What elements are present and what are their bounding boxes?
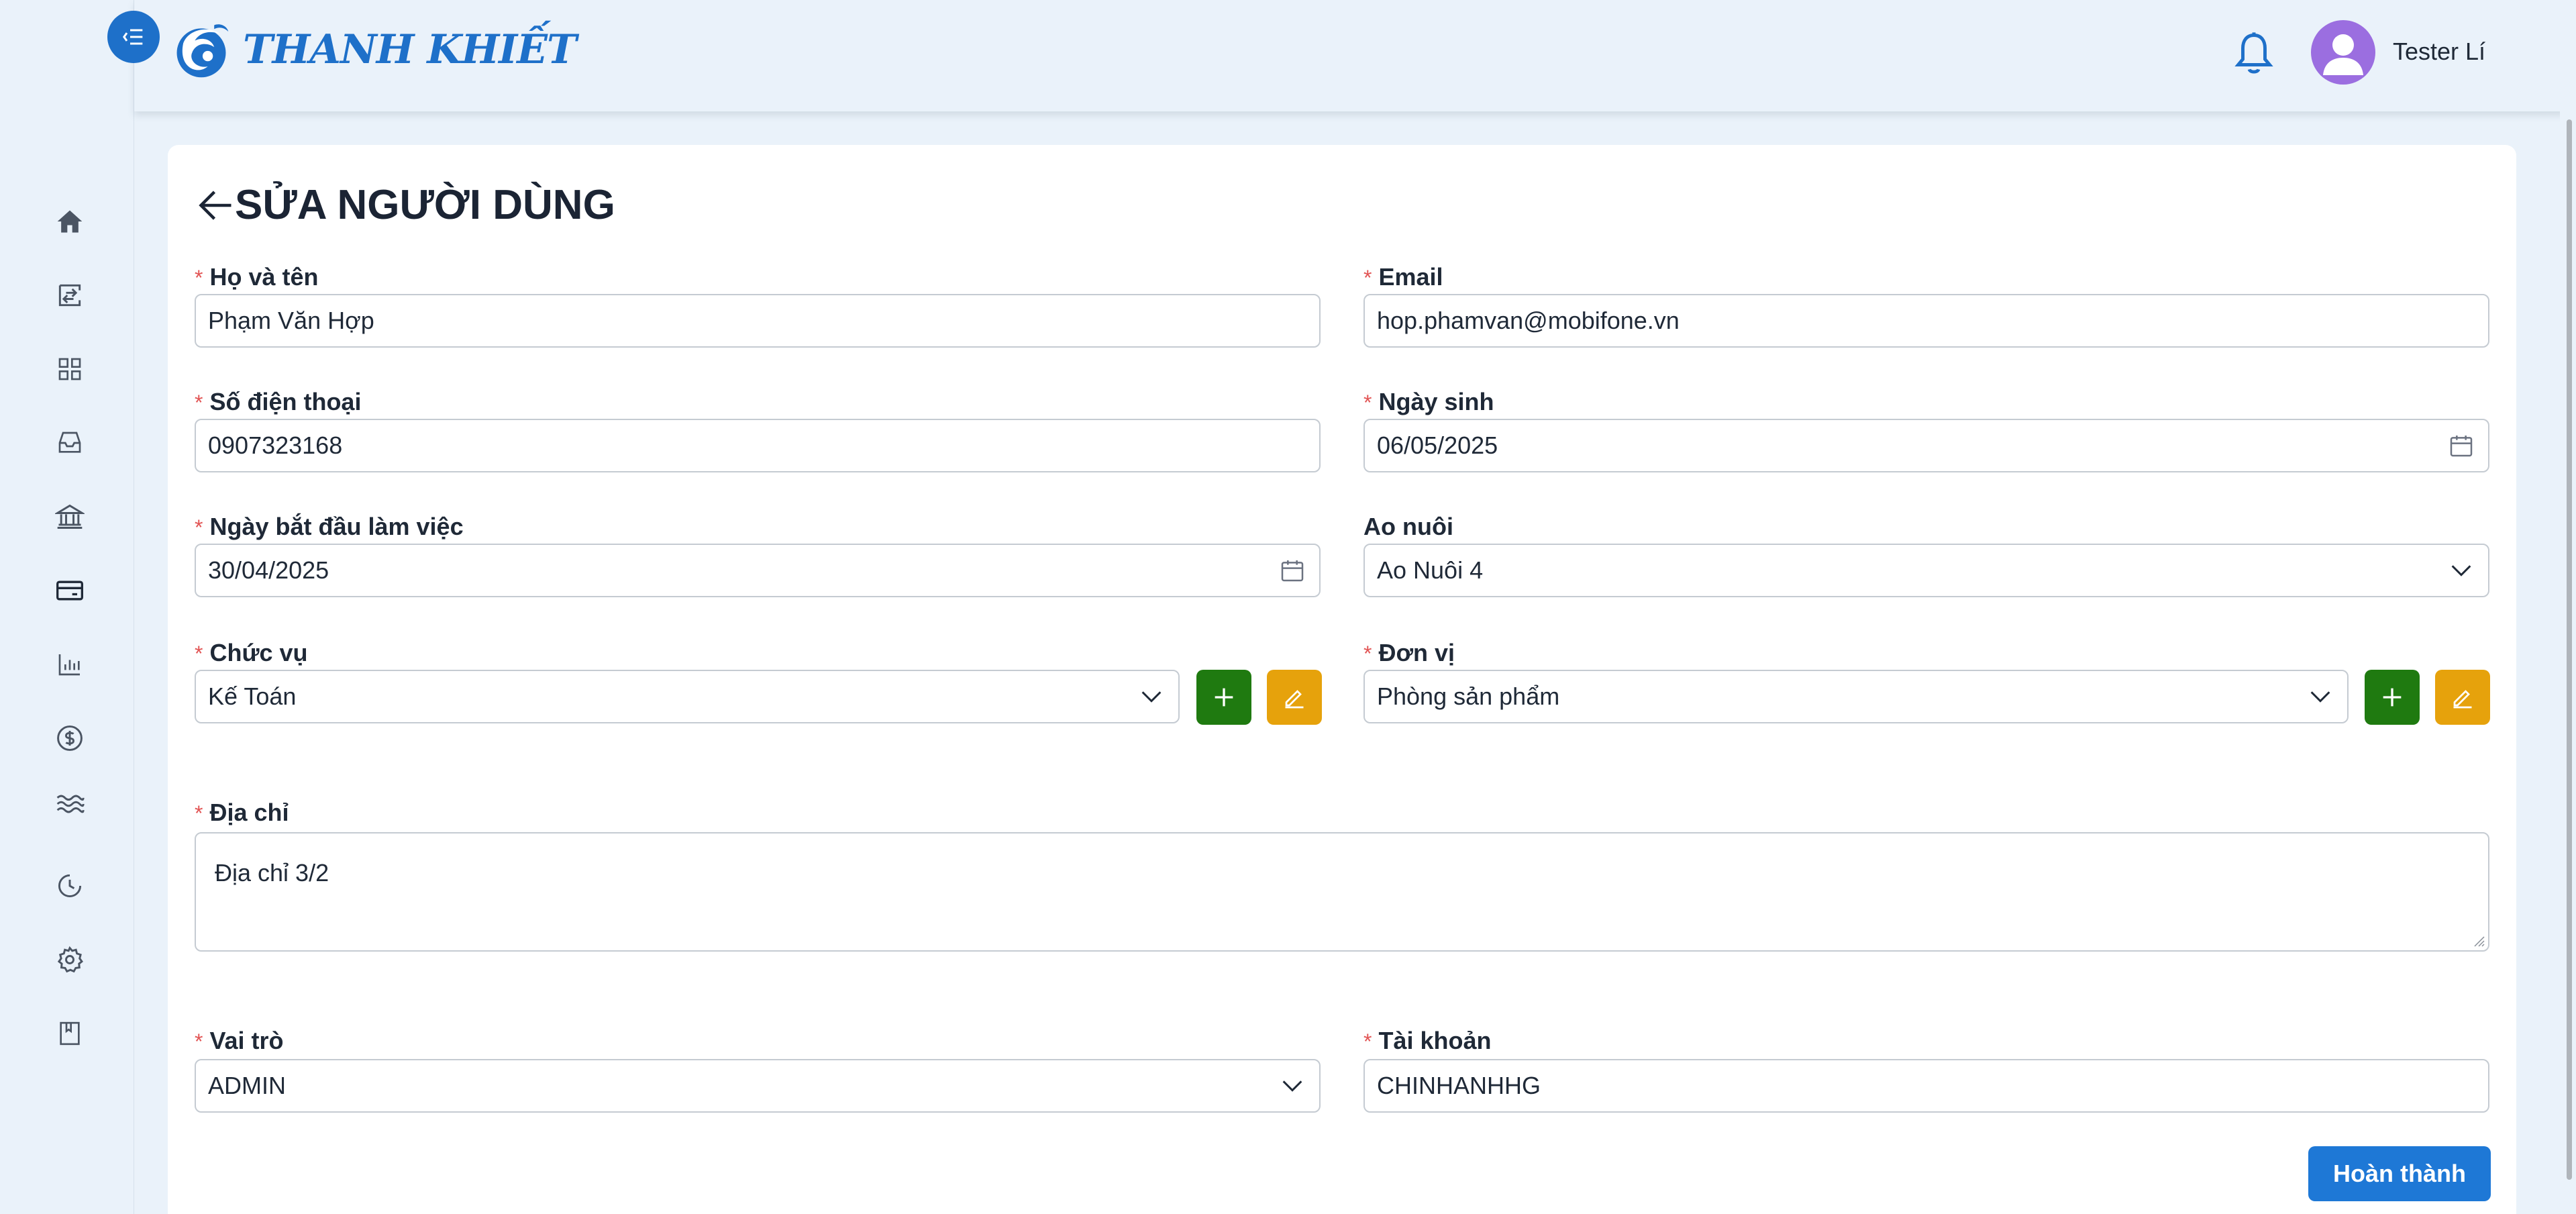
resize-handle-icon[interactable] — [2472, 934, 2485, 948]
pencil-icon — [2453, 690, 2472, 709]
required-mark: * — [195, 1029, 203, 1054]
required-mark: * — [1363, 1029, 1372, 1054]
plus-icon — [1215, 688, 1233, 707]
brand-logo[interactable]: THANH KHIẾT — [169, 16, 577, 83]
pond-select[interactable]: Ao Nuôi 4 — [1363, 544, 2489, 597]
back-arrow-icon[interactable] — [196, 185, 236, 225]
history-icon[interactable] — [51, 867, 89, 905]
menu-collapse-icon — [122, 29, 143, 45]
inbox-icon[interactable] — [51, 424, 89, 462]
bank-icon[interactable] — [51, 498, 89, 536]
user-icon — [2323, 34, 2363, 75]
email-label: * Email — [1363, 263, 1443, 291]
role-label: * Vai trò — [195, 1027, 284, 1054]
position-select[interactable]: Kế Toán — [195, 670, 1180, 723]
chevron-down-icon[interactable] — [1279, 1072, 1306, 1099]
chevron-down-icon[interactable] — [2307, 683, 2334, 710]
required-mark: * — [195, 801, 203, 825]
dollar-icon[interactable] — [51, 719, 89, 757]
card-icon[interactable] — [51, 572, 89, 609]
edit-unit-button[interactable] — [2435, 670, 2490, 725]
page-scrollbar[interactable] — [2560, 111, 2576, 1214]
plus-icon — [2383, 688, 2402, 707]
calendar-icon[interactable] — [1279, 557, 1306, 584]
start-date-label: * Ngày bắt đầu làm việc — [195, 513, 464, 540]
add-unit-button[interactable] — [2365, 670, 2420, 725]
chevron-down-icon[interactable] — [1138, 683, 1165, 710]
user-name[interactable]: Tester Lí — [2393, 38, 2485, 66]
required-mark: * — [195, 642, 203, 666]
menu-toggle-button[interactable] — [107, 11, 160, 63]
home-icon[interactable] — [51, 203, 89, 240]
required-mark: * — [195, 515, 203, 540]
required-mark: * — [195, 391, 203, 415]
chevron-down-icon[interactable] — [2448, 557, 2475, 584]
page-title: SỬA NGƯỜI DÙNG — [235, 182, 615, 228]
submit-button[interactable]: Hoàn thành — [2308, 1146, 2491, 1201]
sidebar — [0, 0, 134, 1214]
start-date-picker[interactable]: 30/04/2025 — [195, 544, 1321, 597]
pencil-icon — [1285, 690, 1304, 709]
full-name-input[interactable]: Phạm Văn Hợp — [195, 294, 1321, 348]
pond-label: Ao nuôi — [1363, 513, 1453, 540]
waves-icon[interactable] — [51, 785, 89, 823]
brand-name: THANH KHIẾT — [243, 26, 577, 73]
phone-label: * Số điện thoại — [195, 388, 362, 415]
notification-bell-icon[interactable] — [2232, 28, 2276, 79]
role-select[interactable]: ADMIN — [195, 1059, 1321, 1113]
birthday-label: * Ngày sinh — [1363, 388, 1494, 415]
full-name-label: * Họ và tên — [195, 263, 319, 291]
bookmark-icon[interactable] — [51, 1015, 89, 1052]
address-textarea[interactable]: Địa chỉ 3/2 — [195, 832, 2489, 952]
required-mark: * — [195, 266, 203, 290]
required-mark: * — [1363, 266, 1372, 290]
unit-select[interactable]: Phòng sản phẩm — [1363, 670, 2349, 723]
phone-input[interactable]: 0907323168 — [195, 419, 1321, 472]
unit-label: * Đơn vị — [1363, 639, 1455, 666]
transfer-icon[interactable] — [51, 276, 89, 314]
add-position-button[interactable] — [1196, 670, 1251, 725]
account-input[interactable]: CHINHANHHG — [1363, 1059, 2489, 1113]
scrollbar-thumb[interactable] — [2567, 119, 2572, 1180]
gear-icon[interactable] — [51, 941, 89, 978]
grid-icon[interactable] — [51, 350, 89, 388]
bar-chart-icon[interactable] — [51, 646, 89, 683]
logo-icon — [176, 24, 229, 78]
edit-position-button[interactable] — [1267, 670, 1322, 725]
required-mark: * — [1363, 391, 1372, 415]
birthday-date-picker[interactable]: 06/05/2025 — [1363, 419, 2489, 472]
required-mark: * — [1363, 642, 1372, 666]
calendar-icon[interactable] — [2448, 432, 2475, 459]
user-avatar[interactable] — [2311, 20, 2375, 85]
account-label: * Tài khoản — [1363, 1027, 1492, 1054]
position-label: * Chức vụ — [195, 639, 308, 666]
address-label: * Địa chỉ — [195, 799, 289, 826]
email-input[interactable]: hop.phamvan@mobifone.vn — [1363, 294, 2489, 348]
